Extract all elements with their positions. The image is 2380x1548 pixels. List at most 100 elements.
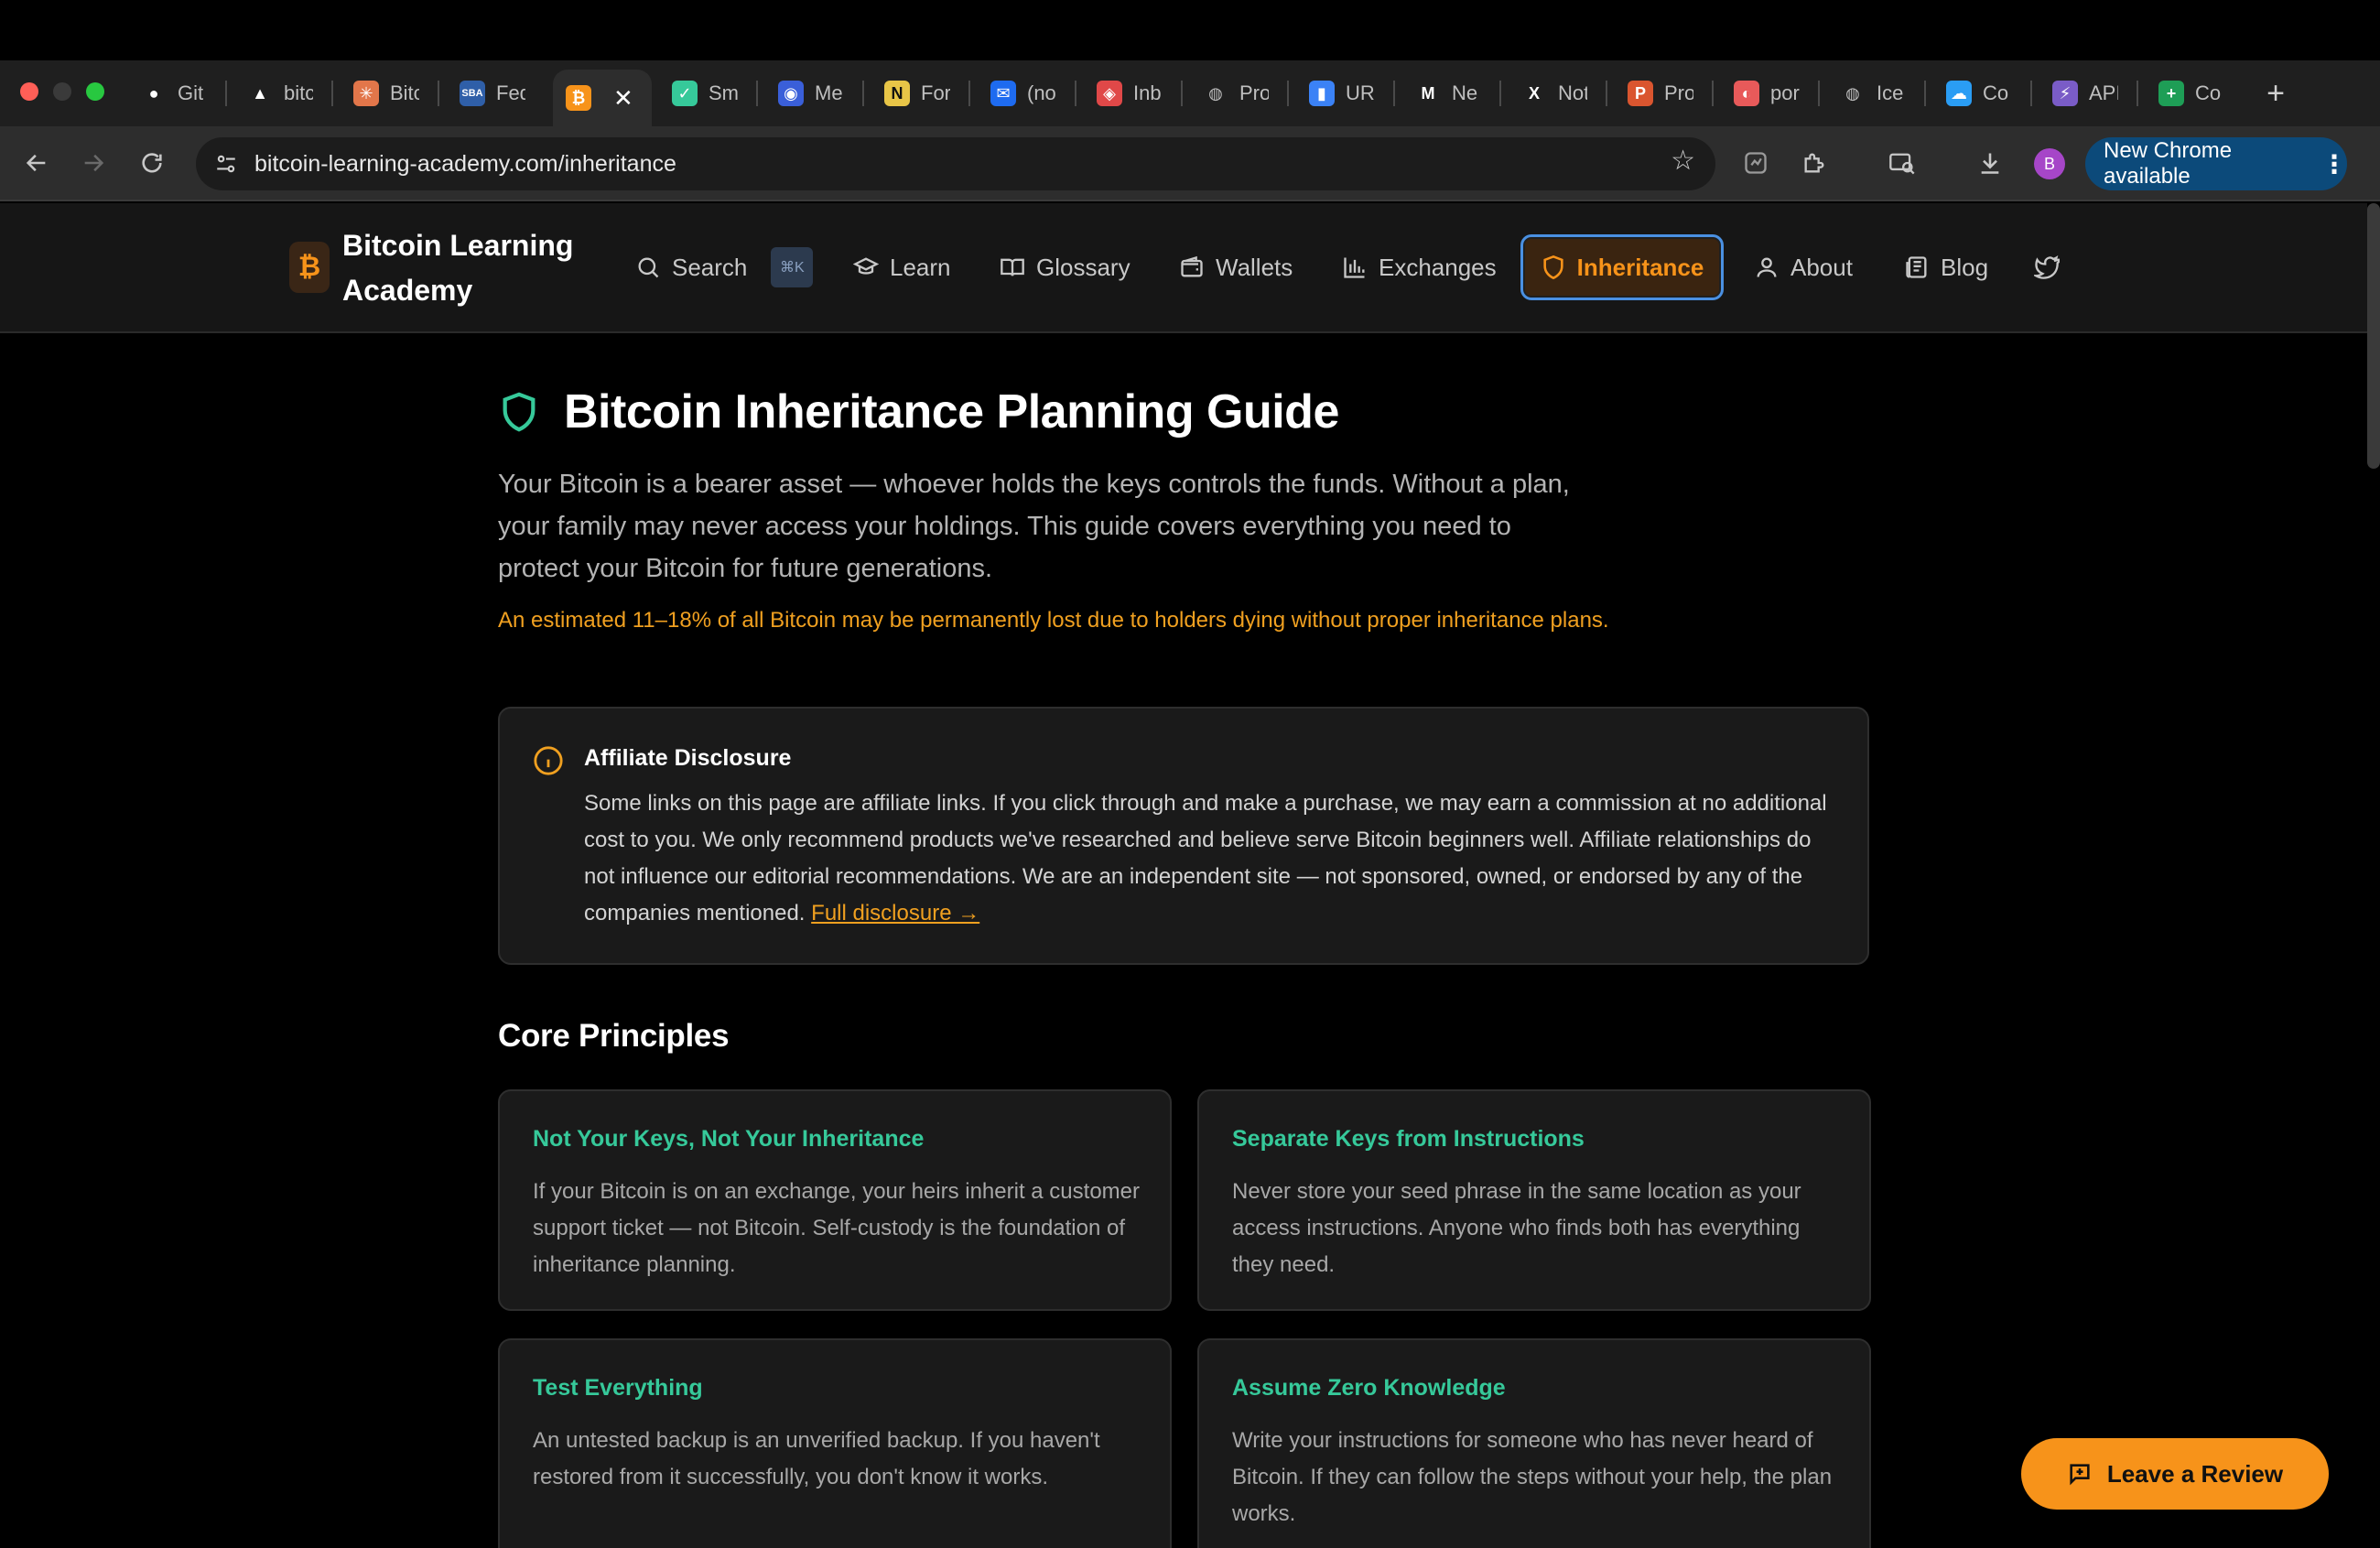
nav-blog[interactable]: Blog (1904, 244, 1988, 291)
message-plus-icon (2070, 1464, 2090, 1486)
browser-tab[interactable]: ◈ Inb (1084, 73, 1175, 114)
vercel-icon: ▲ (252, 83, 268, 103)
nav-glossary-label: Glossary (1036, 253, 1130, 281)
nav-search-label: Search (672, 253, 748, 281)
tab-title: Git (178, 81, 204, 104)
downloads-button[interactable] (1970, 143, 2010, 183)
tab-separator (968, 81, 970, 106)
api-icon: ⚡ (2052, 81, 2078, 106)
page-scrollbar[interactable] (2367, 203, 2380, 469)
principle-title: Assume Zero Knowledge (1232, 1375, 1506, 1401)
browser-tab[interactable]: X Not (1509, 73, 1600, 114)
principle-card: Test Everything An untested backup is an… (498, 1338, 1172, 1548)
tab-title: Ice (1877, 81, 1904, 104)
principle-title: Test Everything (533, 1375, 703, 1401)
chrome-update-button[interactable]: New Chrome available ⋮ (2085, 137, 2347, 190)
browser-tab[interactable]: N For (871, 73, 963, 114)
browser-tab[interactable]: ◍ Ice (1827, 73, 1919, 114)
browser-tab[interactable]: P Pro (1615, 73, 1706, 114)
cube-icon: ◈ (1097, 81, 1122, 106)
tab-title: Co (1983, 81, 2009, 104)
profile-avatar[interactable]: B (2034, 148, 2065, 179)
full-disclosure-link[interactable]: Full disclosure → (811, 901, 979, 926)
nav-wallets[interactable]: Wallets (1179, 244, 1293, 291)
browser-tab[interactable]: ◉ Me (765, 73, 857, 114)
browser-tab[interactable]: ● Git (128, 73, 220, 114)
disclosure-body: Some links on this page are affiliate li… (584, 785, 1838, 932)
update-label: New Chrome available (2104, 138, 2233, 189)
globe-icon: ◍ (1208, 83, 1223, 103)
nav-learn[interactable]: Learn (853, 244, 951, 291)
mail-icon: ✉ (990, 81, 1016, 106)
nav-inheritance[interactable]: Inheritance (1520, 234, 1724, 300)
site-logo-text[interactable]: Bitcoin Learning Academy (342, 223, 599, 313)
shield-check-icon: ✓ (672, 81, 698, 106)
zoom-window-button[interactable] (86, 82, 104, 101)
browser-tab[interactable]: ✉ (no (978, 73, 1069, 114)
browser-tab[interactable]: ✓ Sm (659, 73, 751, 114)
more-vert-icon[interactable]: ⋮ (2321, 149, 2347, 179)
affiliate-disclosure-box: Affiliate Disclosure Some links on this … (498, 707, 1869, 965)
principle-body: Never store your seed phrase in the same… (1232, 1179, 1801, 1277)
address-bar[interactable]: bitcoin-learning-academy.com/inheritance… (196, 137, 1715, 190)
forward-button[interactable] (73, 143, 114, 183)
browser-tab[interactable]: ▲ bitc (234, 73, 326, 114)
lens-icon (1745, 152, 1767, 174)
back-button[interactable] (16, 143, 57, 183)
reload-button[interactable] (132, 143, 172, 183)
browser-tab[interactable]: + Co (2146, 73, 2237, 114)
close-window-button[interactable] (20, 82, 38, 101)
browser-tab[interactable]: ▮ UR (1296, 73, 1388, 114)
page-title: Bitcoin Inheritance Planning Guide (564, 385, 1339, 438)
extensions-button[interactable] (1794, 143, 1834, 183)
nav-twitter[interactable] (2034, 244, 2060, 291)
browser-tab[interactable]: ◐ por (1721, 73, 1812, 114)
tab-title: API (2089, 81, 2118, 104)
tab-title: Inb (1133, 81, 1162, 104)
tab-separator (1075, 81, 1076, 106)
n-logo-icon: N (884, 81, 910, 106)
newspaper-icon (1906, 256, 1927, 278)
target-icon: ◉ (778, 81, 804, 106)
browser-tab[interactable]: ✳ Bitc (341, 73, 432, 114)
arrow-right-icon (84, 154, 104, 172)
leave-review-button[interactable]: Leave a Review (2021, 1438, 2329, 1510)
site-settings-icon[interactable] (209, 146, 243, 181)
download-icon (1981, 153, 1999, 174)
browser-tab[interactable]: ⚡ API (2039, 73, 2131, 114)
x-logo-icon: X (1528, 83, 1540, 103)
arrow-left-icon (26, 154, 46, 172)
browser-tab[interactable]: M Ne (1402, 73, 1494, 114)
tab-search-icon (1889, 153, 1915, 175)
search-icon (638, 257, 659, 278)
bitcoin-logo-icon[interactable]: ₿ (289, 242, 330, 293)
tab-search-button[interactable] (1882, 143, 1922, 183)
extension-lens-button[interactable] (1736, 143, 1776, 183)
principle-title: Separate Keys from Instructions (1232, 1126, 1585, 1152)
browser-tab[interactable]: ☁ Co (1933, 73, 2025, 114)
principle-title: Not Your Keys, Not Your Inheritance (533, 1126, 925, 1152)
nav-exchanges[interactable]: Exchanges (1342, 244, 1497, 291)
tab-separator (1606, 81, 1607, 106)
browser-tab[interactable]: ₿ ✕ (553, 70, 652, 126)
tab-title: por (1770, 81, 1800, 104)
tab-separator (1393, 81, 1395, 106)
principle-card: Assume Zero Knowledge Write your instruc… (1197, 1338, 1871, 1548)
tab-title: Co (2195, 81, 2222, 104)
bookmark-star-icon[interactable]: ☆ (1671, 145, 1695, 177)
nav-about[interactable]: About (1754, 244, 1853, 291)
minimize-window-button[interactable] (53, 82, 71, 101)
analytics-icon: ▮ (1309, 81, 1335, 106)
new-tab-button[interactable]: + (2256, 73, 2296, 114)
browser-toolbar: bitcoin-learning-academy.com/inheritance… (0, 126, 2380, 201)
principle-card: Separate Keys from Instructions Never st… (1197, 1089, 1871, 1311)
close-tab-icon[interactable]: ✕ (613, 84, 633, 113)
nav-search[interactable]: Search ⌘K (635, 244, 814, 291)
core-principles-heading: Core Principles (498, 1018, 730, 1054)
nav-glossary[interactable]: Glossary (1000, 244, 1130, 291)
leave-review-label: Leave a Review (2106, 1459, 2284, 1488)
browser-tab[interactable]: SBA Fed (447, 73, 538, 114)
browser-tab[interactable]: ◍ Pro (1190, 73, 1282, 114)
os-menu-bar (0, 0, 2380, 60)
tab-title: Ne (1452, 81, 1478, 104)
